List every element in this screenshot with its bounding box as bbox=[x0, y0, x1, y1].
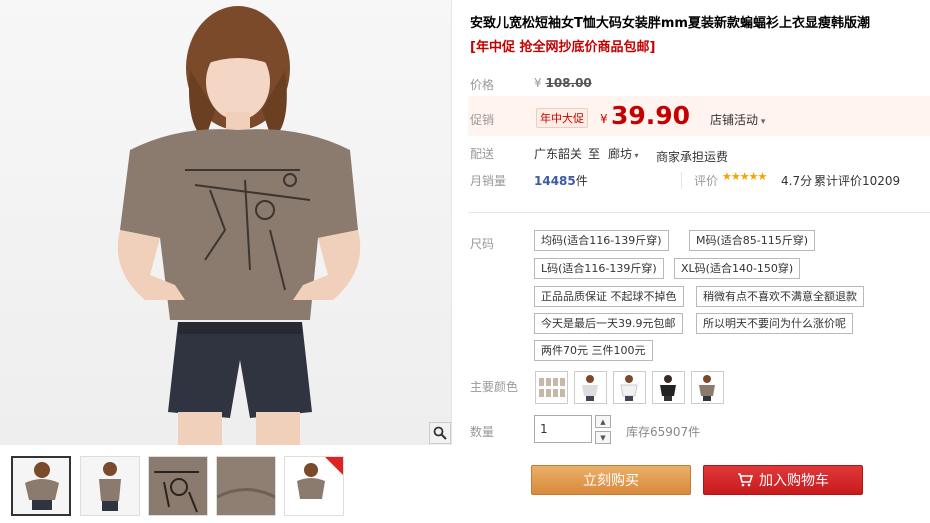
size-option[interactable]: 两件70元 三件100元 bbox=[534, 340, 653, 361]
promo-price: 39.90 bbox=[611, 101, 691, 130]
promo-label: 促销 bbox=[470, 113, 495, 127]
size-option[interactable]: 所以明天不要问为什么涨价呢 bbox=[696, 313, 853, 334]
product-title: 安致儿宽松短袖女T恤大码女装胖mm夏装新款蝙蝠衫上衣显瘦韩版潮 bbox=[470, 16, 870, 31]
promo-currency: ¥ bbox=[600, 112, 608, 126]
color-swatch[interactable] bbox=[652, 371, 685, 404]
shop-activity-label: 店铺活动 bbox=[710, 113, 759, 127]
original-price-value: 108.00 bbox=[545, 76, 592, 90]
thumbnail[interactable] bbox=[284, 456, 344, 516]
add-to-cart-button[interactable]: 加入购物车 bbox=[703, 465, 863, 495]
product-info-panel: 安致儿宽松短袖女T恤大码女装胖mm夏装新款蝙蝠衫上衣显瘦韩版潮 [年中促 抢全网… bbox=[468, 0, 930, 523]
original-price: ¥ 108.00 bbox=[534, 76, 592, 90]
thumbnail[interactable] bbox=[80, 456, 140, 516]
quantity-label: 数量 bbox=[470, 425, 495, 439]
price-label: 价格 bbox=[470, 78, 495, 92]
currency-symbol: ¥ bbox=[534, 76, 542, 90]
shop-activity-dropdown[interactable]: 店铺活动 ▾ bbox=[710, 111, 765, 128]
promo-badge: 年中大促 bbox=[536, 108, 588, 128]
thumbnail[interactable] bbox=[148, 456, 208, 516]
quantity-input[interactable]: 1 bbox=[534, 415, 592, 443]
ship-from: 广东韶关 bbox=[534, 147, 583, 161]
thumbnail[interactable] bbox=[216, 456, 276, 516]
main-product-image[interactable] bbox=[0, 0, 452, 445]
caret-down-icon: ▾ bbox=[632, 151, 639, 160]
model-photo bbox=[117, 6, 361, 445]
size-option[interactable]: 均码(适合116-139斤穿) bbox=[534, 230, 669, 251]
size-option[interactable]: L码(适合116-139斤穿) bbox=[534, 258, 664, 279]
quantity-increase-icon[interactable]: ▲ bbox=[595, 415, 611, 428]
size-label: 尺码 bbox=[470, 237, 495, 251]
color-swatch[interactable] bbox=[691, 371, 724, 404]
sales-count: 14485 bbox=[534, 174, 576, 188]
color-swatch[interactable] bbox=[613, 371, 646, 404]
thumbnail[interactable] bbox=[11, 456, 71, 516]
quantity-decrease-icon[interactable]: ▼ bbox=[595, 431, 611, 444]
stock-count: 库存65907件 bbox=[626, 425, 701, 439]
zoom-icon[interactable] bbox=[429, 422, 451, 444]
add-to-cart-label: 加入购物车 bbox=[759, 473, 829, 489]
sales-label: 月销量 bbox=[470, 174, 507, 188]
chevron-down-icon: ▾ bbox=[758, 117, 766, 127]
star-rating-icon: ★★★★★ bbox=[722, 170, 767, 183]
rating-label: 评价 bbox=[681, 172, 718, 189]
rating-value: 4.7分 bbox=[781, 174, 813, 188]
promo-subtitle: [年中促 抢全网抄底价商品包邮] bbox=[470, 40, 656, 55]
color-swatch[interactable] bbox=[574, 371, 607, 404]
color-swatch[interactable] bbox=[535, 371, 568, 404]
review-count-link[interactable]: 累计评价10209 bbox=[814, 172, 900, 189]
shipping-label: 配送 bbox=[470, 147, 495, 161]
ship-to-word: 至 bbox=[588, 147, 601, 161]
buy-now-button[interactable]: 立刻购买 bbox=[531, 465, 691, 495]
size-option[interactable]: M码(适合85-115斤穿) bbox=[689, 230, 816, 251]
thumbnail-strip bbox=[0, 452, 452, 523]
divider bbox=[468, 212, 930, 213]
size-option[interactable]: 今天是最后一天39.9元包邮 bbox=[534, 313, 683, 334]
color-label: 主要颜色 bbox=[470, 380, 519, 394]
size-option[interactable]: 稍微有点不喜欢不满意全额退款 bbox=[696, 286, 864, 307]
shipping-note: 商家承担运费 bbox=[656, 150, 729, 164]
ship-destination-dropdown[interactable]: 廊坊 ▾ bbox=[608, 145, 639, 162]
cart-icon bbox=[738, 473, 753, 487]
monthly-sales: 14485件 bbox=[534, 172, 588, 189]
size-option[interactable]: 正品品质保证 不起球不掉色 bbox=[534, 286, 684, 307]
size-option[interactable]: XL码(适合140-150穿) bbox=[674, 258, 801, 279]
ship-destination: 廊坊 bbox=[608, 147, 633, 161]
sales-unit: 件 bbox=[575, 174, 588, 188]
